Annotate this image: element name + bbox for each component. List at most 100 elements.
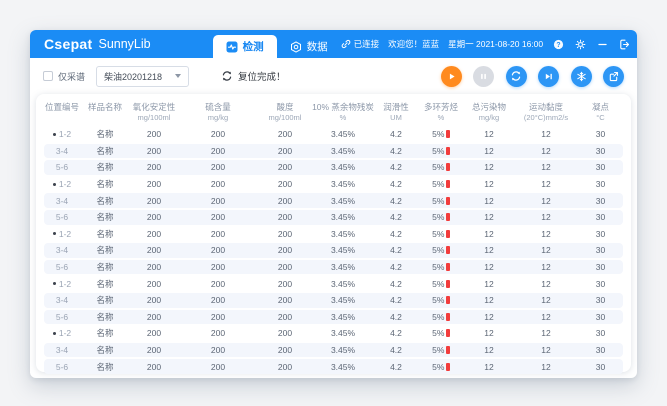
minimize-button[interactable]: [596, 38, 609, 51]
value-cell: 12: [514, 312, 578, 322]
table-row[interactable]: 3-4名称2002002003.45%4.25%121230: [44, 343, 623, 358]
value-cell: 200: [130, 229, 178, 239]
value-cell: 200: [130, 279, 178, 289]
help-button[interactable]: ?: [552, 38, 565, 51]
reset-refresh-icon[interactable]: [221, 70, 233, 82]
table-row[interactable]: 3-4名称2002002003.45%4.25%121230: [44, 293, 623, 308]
value-cell: 200: [258, 179, 312, 189]
alert-flag-icon: [446, 313, 450, 321]
value-cell: 30: [578, 129, 623, 139]
data-icon: [290, 41, 302, 53]
value-cell: 200: [258, 212, 312, 222]
value-cell: 200: [130, 245, 178, 255]
position-cell: 1-2: [44, 129, 80, 139]
alert-flag-icon: [446, 230, 450, 238]
tab-detect[interactable]: 检测: [213, 35, 277, 58]
tab-detect-label: 检测: [243, 39, 264, 54]
value-cell: 12: [464, 196, 514, 206]
col-header-sample-name: 样品名称: [80, 102, 130, 122]
value-cell: 5%: [418, 262, 464, 272]
tab-data-label: 数据: [307, 39, 328, 54]
welcome-text: 欢迎您！蓝蓝: [388, 38, 439, 50]
current-row-bullet-icon: [53, 183, 56, 186]
value-cell: 3.45%: [312, 212, 374, 222]
table-row[interactable]: 1-2名称2002002003.45%4.25%121230: [44, 177, 623, 192]
position-cell: 3-4: [44, 196, 80, 206]
col-header-acidity: 酸度mg/100ml: [258, 102, 312, 122]
sample-name-cell: 名称: [80, 244, 130, 256]
value-cell: 4.2: [374, 328, 418, 338]
table-row[interactable]: 1-2名称2002002003.45%4.25%121230: [44, 127, 623, 142]
value-cell: 30: [578, 162, 623, 172]
value-cell: 200: [178, 179, 258, 189]
col-header-freezing-point: 凝点°C: [578, 102, 623, 122]
value-cell: 12: [514, 196, 578, 206]
value-cell: 200: [178, 146, 258, 156]
value-cell: 5%: [418, 129, 464, 139]
value-cell: 12: [514, 229, 578, 239]
value-cell: 3.45%: [312, 146, 374, 156]
alert-flag-icon: [446, 130, 450, 138]
value-cell: 200: [258, 295, 312, 305]
value-cell: 200: [258, 262, 312, 272]
current-row-bullet-icon: [53, 332, 56, 335]
spectrum-only-toggle[interactable]: 仅采谱: [43, 70, 85, 83]
value-cell: 5%: [418, 245, 464, 255]
link-icon: [341, 39, 351, 49]
value-cell: 4.2: [374, 312, 418, 322]
logout-icon[interactable]: [618, 38, 631, 51]
table-row[interactable]: 5-6名称2002002003.45%4.25%121230: [44, 260, 623, 275]
value-cell: 12: [514, 345, 578, 355]
value-cell: 12: [514, 362, 578, 372]
alert-flag-icon: [446, 213, 450, 221]
value-cell: 200: [258, 196, 312, 206]
table-row[interactable]: 1-2名称2002002003.45%4.25%121230: [44, 227, 623, 242]
reset-status: 复位完成！: [221, 69, 286, 83]
settings-gear-icon[interactable]: [574, 38, 587, 51]
value-cell: 200: [178, 312, 258, 322]
tab-data[interactable]: 数据: [277, 35, 341, 58]
sample-name-cell: 名称: [80, 211, 130, 223]
spectrum-only-label: 仅采谱: [58, 70, 85, 83]
alert-flag-icon: [446, 329, 450, 337]
app-window: Csepat SunnyLib 检测: [30, 30, 637, 378]
current-row-bullet-icon: [53, 133, 56, 136]
step-forward-button[interactable]: [538, 66, 559, 87]
table-row[interactable]: 1-2名称2002002003.45%4.25%121230: [44, 326, 623, 341]
value-cell: 30: [578, 179, 623, 189]
value-cell: 12: [464, 212, 514, 222]
spectrum-only-checkbox[interactable]: [43, 71, 53, 81]
value-cell: 12: [464, 179, 514, 189]
value-cell: 12: [514, 212, 578, 222]
table-row[interactable]: 5-6名称2002002003.45%4.25%121230: [44, 359, 623, 374]
table-row[interactable]: 3-4名称2002002003.45%4.25%121230: [44, 193, 623, 208]
sample-select[interactable]: 柴油20201218: [96, 66, 189, 87]
value-cell: 12: [464, 262, 514, 272]
freeze-snowflake-button[interactable]: [571, 66, 592, 87]
value-cell: 3.45%: [312, 362, 374, 372]
position-cell: 1-2: [44, 328, 80, 338]
start-button[interactable]: [441, 66, 462, 87]
current-row-bullet-icon: [53, 282, 56, 285]
table-row[interactable]: 3-4名称2002002003.45%4.25%121230: [44, 144, 623, 159]
value-cell: 12: [514, 262, 578, 272]
value-cell: 12: [514, 179, 578, 189]
table-row[interactable]: 5-6名称2002002003.45%4.25%121230: [44, 210, 623, 225]
value-cell: 4.2: [374, 262, 418, 272]
table-row[interactable]: 3-4名称2002002003.45%4.25%121230: [44, 243, 623, 258]
value-cell: 4.2: [374, 362, 418, 372]
value-cell: 200: [130, 212, 178, 222]
table-row[interactable]: 1-2名称2002002003.45%4.25%121230: [44, 276, 623, 291]
value-cell: 3.45%: [312, 279, 374, 289]
value-cell: 3.45%: [312, 229, 374, 239]
sync-button[interactable]: [506, 66, 527, 87]
value-cell: 4.2: [374, 245, 418, 255]
table-row[interactable]: 5-6名称2002002003.45%4.25%121230: [44, 310, 623, 325]
export-button[interactable]: [603, 66, 624, 87]
pause-button[interactable]: [473, 66, 494, 87]
value-cell: 200: [258, 328, 312, 338]
value-cell: 12: [514, 295, 578, 305]
value-cell: 200: [130, 328, 178, 338]
sample-name-cell: 名称: [80, 361, 130, 373]
table-row[interactable]: 5-6名称2002002003.45%4.25%121230: [44, 160, 623, 175]
